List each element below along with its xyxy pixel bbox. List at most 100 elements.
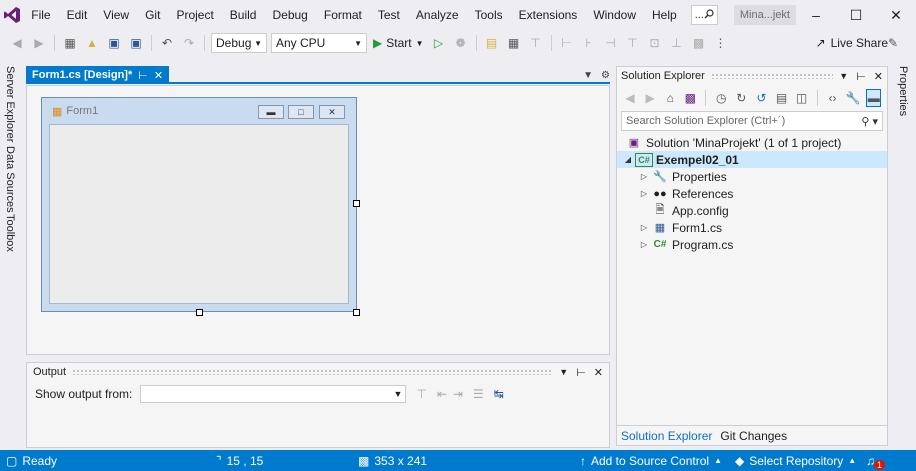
tab-dropdown-icon[interactable]: ▼	[583, 70, 593, 81]
document-tab-form1-design[interactable]: Form1.cs [Design]* ⊢ ✕	[26, 66, 170, 84]
server-explorer-tab[interactable]: Server Explorer	[4, 66, 16, 142]
close-tab-icon[interactable]: ✕	[154, 69, 163, 82]
maximize-button[interactable]: ☐	[836, 0, 876, 30]
output-source-select[interactable]: ▼	[140, 385, 407, 403]
notifications-button[interactable]: ♫ 1	[866, 450, 886, 471]
pending-changes-filter-icon[interactable]: ◷	[714, 89, 728, 107]
tree-row-references[interactable]: ▷ ●● References	[617, 185, 887, 202]
preview-selected-icon[interactable]: ▬	[866, 89, 881, 107]
data-sources-tab[interactable]: Data Sources	[4, 146, 16, 213]
go-to-next-icon[interactable]: ⇥	[453, 387, 463, 401]
navigate-back-icon[interactable]: ◀	[8, 34, 26, 52]
tree-row-form1[interactable]: ▷ ▦ Form1.cs	[617, 219, 887, 236]
resize-handle-bottom[interactable]	[196, 309, 203, 316]
select-repository-button[interactable]: ◆ Select Repository ▲	[735, 450, 856, 471]
find-in-files-icon[interactable]: ▤	[483, 34, 501, 52]
tree-row-app-config[interactable]: 🗎 App.config	[617, 202, 887, 219]
menu-view[interactable]: View	[95, 0, 137, 30]
expanded-arrow-icon[interactable]: ◢	[621, 155, 635, 164]
menu-tools[interactable]: Tools	[467, 0, 511, 30]
close-icon[interactable]: ✕	[594, 366, 603, 379]
solution-explorer-search[interactable]: Search Solution Explorer (Ctrl+´) ⚲ ▾	[621, 111, 883, 131]
undo-icon[interactable]: ↶	[158, 34, 176, 52]
tab-solution-explorer[interactable]: Solution Explorer	[617, 426, 716, 446]
menu-edit[interactable]: Edit	[59, 0, 96, 30]
configuration-select[interactable]: Debug ▼	[211, 33, 267, 53]
pin-icon[interactable]: ⊢	[856, 70, 866, 83]
align-rights-icon[interactable]: ⊣	[602, 34, 620, 52]
toolbox-tab[interactable]: Toolbox	[4, 214, 16, 252]
align-centers-icon[interactable]: ⊦	[580, 34, 598, 52]
add-to-source-control-button[interactable]: ↑ Add to Source Control ▲	[580, 450, 722, 471]
open-folder-icon[interactable]: ▲	[83, 34, 101, 52]
show-all-files-icon[interactable]: ◫	[795, 89, 809, 107]
pin-icon[interactable]: ⊢	[576, 366, 586, 379]
forward-icon[interactable]: ▶	[643, 89, 657, 107]
collapsed-arrow-icon[interactable]: ▷	[637, 189, 651, 198]
search-box[interactable]: ...	[690, 5, 718, 25]
menu-test[interactable]: Test	[370, 0, 408, 30]
align-lefts-icon[interactable]: ⊢	[558, 34, 576, 52]
start-debugging-button[interactable]: ▶ Start ▼	[373, 36, 424, 50]
properties-tab[interactable]: Properties	[897, 66, 909, 116]
home-icon[interactable]: ⌂	[663, 89, 677, 107]
collapse-all-icon[interactable]: ▤	[774, 89, 788, 107]
refresh-icon[interactable]: ↺	[754, 89, 768, 107]
collapsed-arrow-icon[interactable]: ▷	[637, 223, 651, 232]
minimize-button[interactable]: –	[796, 0, 836, 30]
menu-git[interactable]: Git	[137, 0, 168, 30]
go-to-previous-icon[interactable]: ⇤	[437, 387, 447, 401]
tree-row-solution[interactable]: ▣ Solution 'MinaProjekt' (1 of 1 project…	[617, 134, 887, 151]
align-bottoms-icon[interactable]: ⊥	[668, 34, 686, 52]
switch-views-icon[interactable]: ▩	[683, 89, 697, 107]
new-project-icon[interactable]: ▦	[61, 34, 79, 52]
navigate-forward-icon[interactable]: ▶	[30, 34, 48, 52]
menu-extensions[interactable]: Extensions	[511, 0, 586, 30]
align-tops-icon[interactable]: ⊤	[624, 34, 642, 52]
menu-build[interactable]: Build	[222, 0, 265, 30]
find-message-icon[interactable]: ⊤	[416, 387, 426, 401]
menu-window[interactable]: Window	[585, 0, 644, 30]
gear-icon[interactable]: ⚙	[601, 70, 610, 81]
word-wrap-icon[interactable]: ↹	[494, 387, 504, 401]
tree-row-properties[interactable]: ▷ 🔧 Properties	[617, 168, 887, 185]
redo-icon[interactable]: ↷	[180, 34, 198, 52]
platform-select[interactable]: Any CPU ▼	[271, 33, 367, 53]
clear-all-icon[interactable]: ☰	[473, 387, 484, 401]
menu-debug[interactable]: Debug	[264, 0, 315, 30]
live-share-button[interactable]: ↗ Live Share	[816, 36, 888, 50]
toolbar-overflow-icon[interactable]: ⋮	[712, 34, 730, 52]
properties-wrench-icon[interactable]: 🔧	[846, 89, 861, 107]
collapsed-arrow-icon[interactable]: ▷	[637, 240, 651, 249]
window-position-icon[interactable]: ▼	[559, 367, 568, 377]
sync-icon[interactable]: ↻	[734, 89, 748, 107]
menu-analyze[interactable]: Analyze	[408, 0, 467, 30]
align-icon[interactable]: ⊤	[527, 34, 545, 52]
back-icon[interactable]: ◀	[623, 89, 637, 107]
menu-file[interactable]: File	[23, 0, 58, 30]
tree-row-project[interactable]: ◢ C# Exempel02_01	[617, 151, 887, 168]
hot-reload-icon[interactable]: ❁	[452, 34, 470, 52]
resize-handle-corner[interactable]	[353, 309, 360, 316]
feedback-icon[interactable]: ✎	[884, 34, 902, 52]
tree-row-program[interactable]: ▷ C# Program.cs	[617, 236, 887, 253]
resize-handle-right[interactable]	[353, 200, 360, 207]
form1-client-area[interactable]	[49, 124, 349, 304]
form1-designer-window[interactable]: ▦ Form1 ▬ □ ✕	[41, 97, 357, 312]
close-window-button[interactable]: ✕	[876, 0, 916, 30]
save-icon[interactable]: ▣	[105, 34, 123, 52]
menu-help[interactable]: Help	[644, 0, 685, 30]
make-same-size-icon[interactable]: ▩	[690, 34, 708, 52]
view-code-icon[interactable]: ‹›	[825, 89, 839, 107]
menu-project[interactable]: Project	[168, 0, 221, 30]
start-without-debugging-icon[interactable]: ▷	[430, 34, 448, 52]
collapsed-arrow-icon[interactable]: ▷	[637, 172, 651, 181]
visual-studio-logo-icon[interactable]	[0, 0, 23, 30]
pin-icon[interactable]: ⊢	[138, 69, 148, 82]
menu-format[interactable]: Format	[316, 0, 370, 30]
save-all-icon[interactable]: ▣	[127, 34, 145, 52]
window-position-icon[interactable]: ▼	[839, 71, 848, 81]
align-middles-icon[interactable]: ⊡	[646, 34, 664, 52]
layout-icon[interactable]: ▦	[505, 34, 523, 52]
tab-git-changes[interactable]: Git Changes	[716, 426, 791, 446]
